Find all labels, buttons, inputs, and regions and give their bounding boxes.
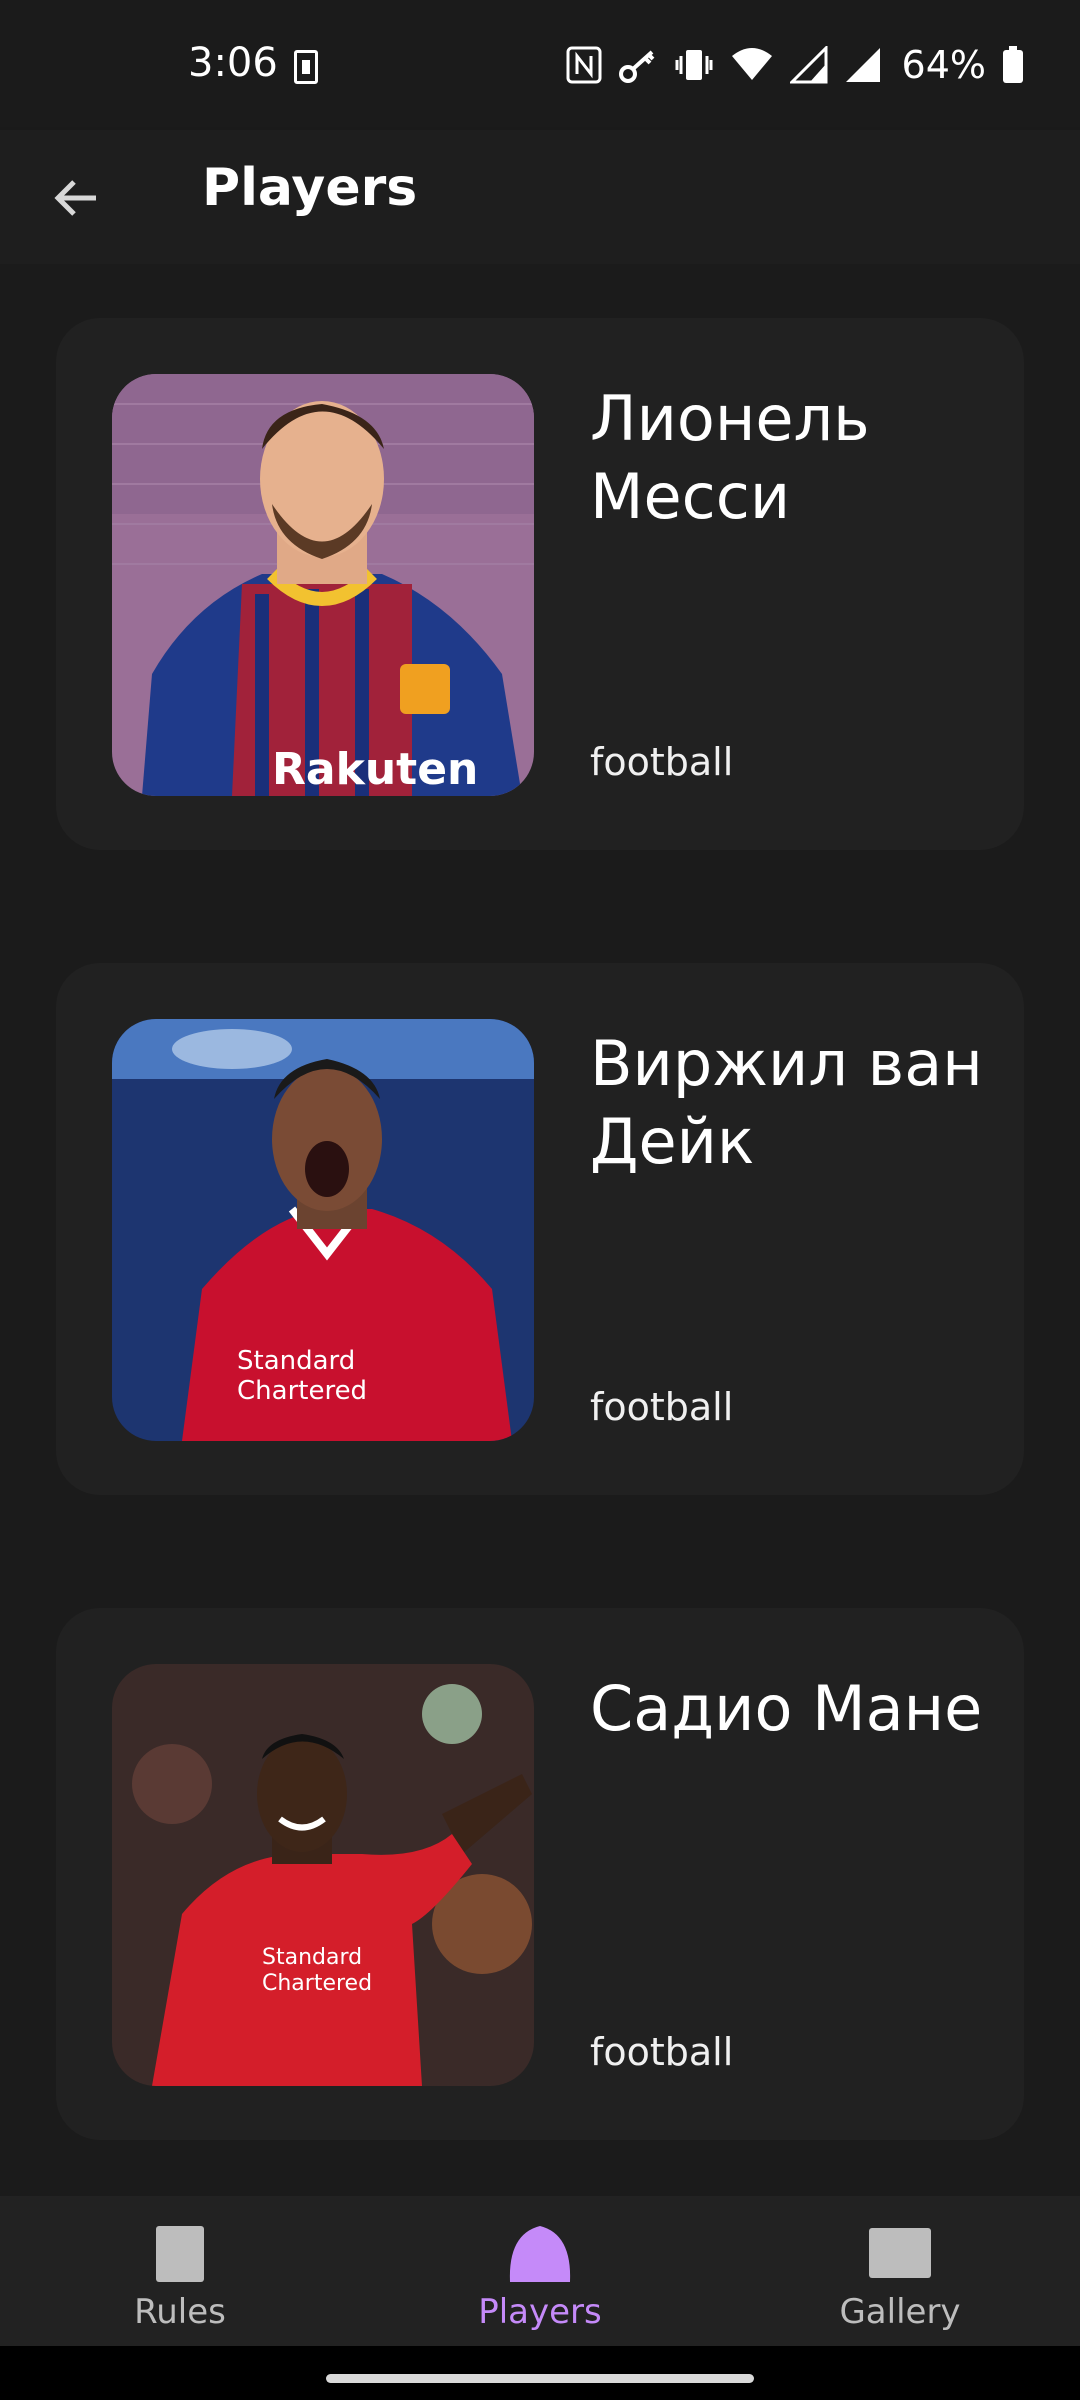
status-icons: 64% (566, 40, 1024, 90)
player-card[interactable]: Standard Chartered Виржил ван Дейк footb… (56, 963, 1024, 1495)
player-name: Виржил ван Дейк (590, 1027, 983, 1178)
player-card[interactable]: Rakuten Лионель Месси football (56, 318, 1024, 850)
sim-icon (294, 50, 318, 84)
player-sport: football (590, 1385, 734, 1429)
nfc-icon (566, 46, 602, 84)
nav-item-players[interactable]: Players (360, 2196, 720, 2346)
player-sport: football (590, 2030, 734, 2074)
status-bar: 3:06 64% (0, 0, 1080, 130)
player-photo: Standard Chartered (112, 1019, 534, 1441)
arrow-left-icon (54, 180, 96, 216)
signal-icon (789, 46, 828, 84)
player-name: Лионель Месси (590, 382, 870, 533)
vibrate-icon (674, 46, 714, 84)
bottom-navigation: Rules Players Gallery (0, 2196, 1080, 2346)
players-list: Rakuten Лионель Месси football Standard … (0, 264, 1080, 2196)
rules-icon (152, 2224, 208, 2288)
wifi-icon (730, 46, 774, 84)
player-sport: football (590, 740, 734, 784)
page-title: Players (202, 158, 418, 218)
svg-text:Standard: Standard (237, 1346, 355, 1376)
player-name: Садио Мане (590, 1672, 983, 1745)
nav-label-players: Players (478, 2292, 602, 2332)
nav-item-gallery[interactable]: Gallery (720, 2196, 1080, 2346)
nav-label-rules: Rules (134, 2292, 226, 2332)
svg-text:Chartered: Chartered (237, 1376, 367, 1406)
app-bar: Players (0, 130, 1080, 264)
players-icon (508, 2224, 572, 2288)
gesture-bar (0, 2346, 1080, 2400)
signal-icon (844, 46, 882, 84)
status-time: 3:06 (188, 40, 278, 86)
player-photo: Rakuten (112, 374, 534, 796)
player-photo: Standard Chartered (112, 1664, 534, 2086)
home-gesture-handle[interactable] (326, 2374, 754, 2383)
player-card[interactable]: Standard Chartered Садио Мане football (56, 1608, 1024, 2140)
battery-percent: 64% (901, 43, 986, 87)
back-button[interactable] (40, 162, 112, 234)
key-icon (618, 46, 658, 84)
gallery-icon (867, 2224, 933, 2284)
nav-item-rules[interactable]: Rules (0, 2196, 360, 2346)
nav-label-gallery: Gallery (839, 2292, 961, 2332)
svg-text:Chartered: Chartered (262, 1971, 372, 1996)
battery-icon (1002, 46, 1024, 84)
svg-text:Standard: Standard (262, 1945, 362, 1970)
svg-text:Rakuten: Rakuten (272, 744, 478, 795)
